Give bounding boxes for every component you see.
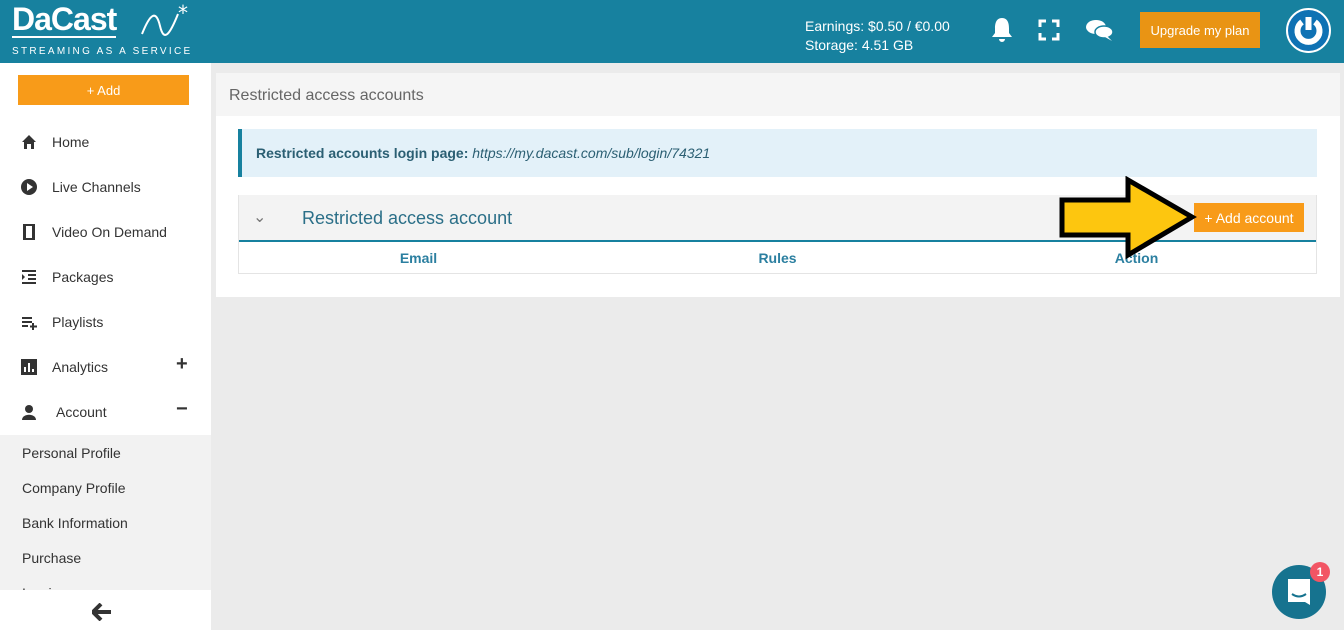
column-rules: Rules [758, 250, 797, 266]
playlist-add-icon [22, 317, 37, 330]
bell-icon[interactable] [991, 16, 1013, 42]
logo-name: DaCast [12, 1, 117, 38]
collapse-icon[interactable]: − [176, 398, 188, 421]
sidebar-item-playlists[interactable]: Playlists [0, 300, 211, 345]
annotation-arrow-icon [1059, 176, 1197, 260]
dacast-logo[interactable]: DaCast * STREAMING AS A SERVICE [12, 2, 192, 57]
indent-list-icon [22, 270, 36, 284]
sidebar-item-video-on-demand[interactable]: Video On Demand [0, 210, 211, 255]
login-page-info: Restricted accounts login page: https://… [238, 129, 1317, 177]
user-icon [22, 405, 36, 420]
panel-title: Restricted access account [302, 208, 513, 228]
submenu-invoices[interactable]: Invoices [0, 575, 211, 590]
logo-squiggle-icon: * [141, 4, 188, 36]
sidebar-item-account[interactable]: Account − [0, 390, 211, 435]
add-button[interactable]: + Add [18, 75, 189, 105]
earnings: Earnings: $0.50 / €0.00 [805, 18, 950, 34]
home-icon [22, 135, 36, 149]
chat-bubbles-icon[interactable] [1085, 18, 1115, 42]
sidebar-item-live-channels[interactable]: Live Channels [0, 165, 211, 210]
fullscreen-icon[interactable] [1038, 19, 1060, 41]
film-icon [23, 224, 35, 240]
chat-badge: 1 [1310, 562, 1330, 582]
arrow-left-icon[interactable] [92, 603, 112, 621]
add-account-button[interactable]: + Add account [1194, 203, 1304, 232]
submenu-purchase[interactable]: Purchase [0, 540, 211, 575]
login-url[interactable]: https://my.dacast.com/sub/login/74321 [472, 145, 710, 161]
logo-tagline: STREAMING AS A SERVICE [12, 46, 193, 57]
avatar[interactable] [1286, 8, 1331, 53]
column-email: Email [399, 250, 438, 266]
page-title: Restricted access accounts [216, 73, 1340, 116]
bar-chart-icon [21, 359, 37, 375]
account-stats: Earnings: $0.50 / €0.00 Storage: 4.51 GB [805, 17, 950, 55]
submenu-bank-information[interactable]: Bank Information [0, 505, 211, 540]
upgrade-plan-button[interactable]: Upgrade my plan [1140, 12, 1260, 48]
expand-icon[interactable]: + [176, 353, 188, 376]
submenu-personal-profile[interactable]: Personal Profile [0, 435, 211, 470]
sidebar: + Add Home Live Channels Video On Demand… [0, 63, 211, 630]
storage: Storage: 4.51 GB [805, 37, 914, 53]
sidebar-item-home[interactable]: Home [0, 120, 211, 165]
submenu-company-profile[interactable]: Company Profile [0, 470, 211, 505]
sidebar-item-analytics[interactable]: Analytics + [0, 345, 211, 390]
play-circle-icon [21, 179, 37, 195]
chevron-down-icon[interactable]: ⌄ [253, 207, 266, 227]
power-icon [1294, 17, 1323, 45]
svg-text:*: * [178, 4, 188, 25]
top-bar: DaCast * STREAMING AS A SERVICE Earnings… [0, 0, 1344, 63]
sidebar-item-packages[interactable]: Packages [0, 255, 211, 300]
account-submenu: Personal Profile Company Profile Bank In… [0, 435, 211, 590]
